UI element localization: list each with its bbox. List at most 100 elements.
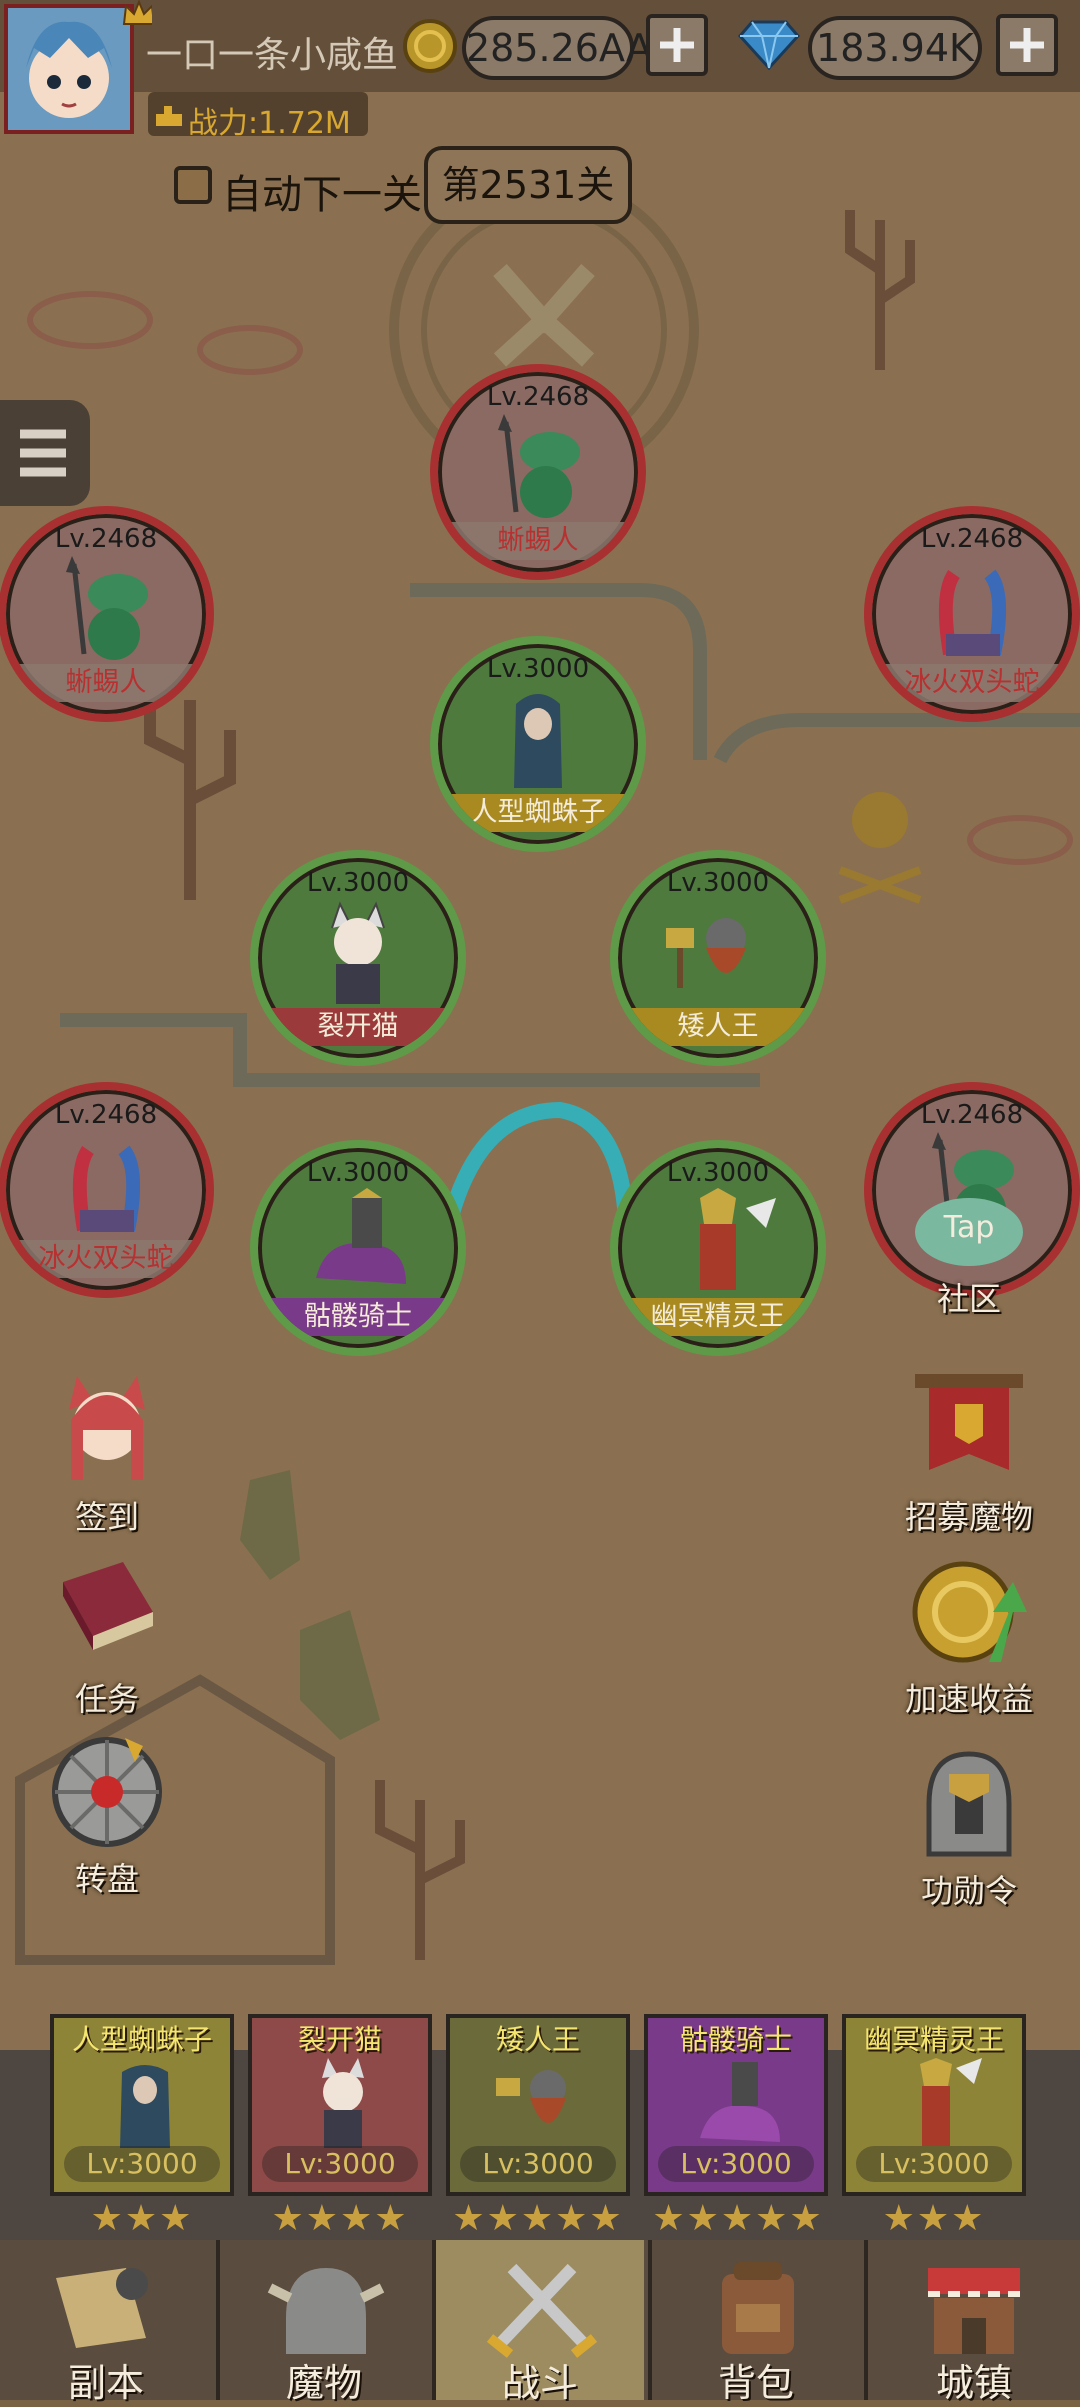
team-card-level: Lv:3000 <box>64 2146 220 2182</box>
node-name: 幽冥精灵王 <box>618 1298 818 1336</box>
recruit-label: 招募魔物 <box>904 1498 1033 1536</box>
twin-head-snake-icon <box>72 1145 141 1232</box>
team-card-skeleton-knight[interactable]: 骷髅骑士 Lv:3000 <box>644 2014 828 2196</box>
node-name: 冰火双头蛇 <box>872 664 1072 702</box>
node-level: Lv.2468 <box>920 1100 1024 1130</box>
node-level: Lv.2468 <box>54 1100 158 1130</box>
recruit-banner-icon <box>915 1374 1023 1470</box>
node-name: 蜥蜴人 <box>6 664 206 702</box>
add-gold-button[interactable] <box>646 14 708 76</box>
map-scroll-icon <box>56 2268 148 2348</box>
node-name: 矮人王 <box>618 1008 818 1046</box>
team-card-nether-elf-king[interactable]: 幽冥精灵王 Lv:3000 <box>842 2014 1026 2196</box>
node-name: 骷髅骑士 <box>258 1298 458 1336</box>
enemy-node-lizardman-top[interactable]: Lv.2468 蜥蜴人 <box>430 364 646 580</box>
cat-girl-icon <box>322 2058 364 2148</box>
quest-label: 任务 <box>74 1680 139 1718</box>
node-level: Lv.3000 <box>486 654 590 684</box>
team-card-level: Lv:3000 <box>460 2146 616 2182</box>
checkin-button[interactable]: 签到 <box>22 1370 192 1538</box>
auto-next-label: 自动下一关 <box>222 172 422 218</box>
community-label: 社区 <box>936 1280 1001 1318</box>
side-menu-button[interactable] <box>0 400 90 506</box>
checkin-girl-icon <box>69 1376 145 1480</box>
enemy-node-lizardman-left[interactable]: Lv.2468 蜥蜴人 <box>0 506 214 722</box>
cleared-node-nether-elf-king[interactable]: Lv.3000 幽冥精灵王 <box>610 1140 826 1356</box>
node-level: Lv.2468 <box>54 524 158 554</box>
lizardman-icon <box>498 414 580 518</box>
cleared-node-dwarf-king[interactable]: Lv.3000 矮人王 <box>610 850 826 1066</box>
team-card-name: 裂开猫 <box>297 2023 382 2056</box>
tab-bag[interactable]: 背包 <box>648 2240 860 2405</box>
node-level: Lv.3000 <box>306 1158 410 1188</box>
tab-battle[interactable]: 战斗 <box>432 2240 644 2405</box>
prize-wheel-icon <box>52 1737 162 1847</box>
quest-button[interactable]: 任务 <box>22 1552 192 1720</box>
add-gems-button[interactable] <box>996 14 1058 76</box>
speedup-button[interactable]: 加速收益 <box>884 1552 1054 1720</box>
stage-number[interactable]: 第2531关 <box>424 146 632 224</box>
team-card-level: Lv:3000 <box>856 2146 1012 2182</box>
power-badge: 战力:1.72M <box>148 92 368 141</box>
backpack-icon <box>722 2262 794 2354</box>
team-card-name: 人型蜘蛛子 <box>71 2023 212 2056</box>
node-level: Lv.2468 <box>486 382 590 412</box>
skeleton-knight-icon <box>700 2062 780 2142</box>
gem-icon <box>738 20 800 70</box>
tab-monsters[interactable]: 魔物 <box>216 2240 428 2405</box>
node-level: Lv.3000 <box>306 868 410 898</box>
recruit-button[interactable]: 招募魔物 <box>884 1370 1054 1538</box>
auto-next-checkbox[interactable] <box>174 166 212 204</box>
enemy-node-hydra-right[interactable]: Lv.2468 冰火双头蛇 <box>864 506 1080 722</box>
gem-amount: 183.94K <box>808 16 982 80</box>
dwarf-king-icon <box>666 918 746 988</box>
team-card-stars: ★★★★★ <box>452 2198 624 2239</box>
checkin-label: 签到 <box>74 1498 139 1536</box>
community-button[interactable]: Tap 社区 <box>884 1192 1054 1320</box>
player-avatar[interactable] <box>4 4 134 134</box>
tab-label: 背包 <box>717 2361 794 2405</box>
cleared-node-spider-girl[interactable]: Lv.3000 人型蜘蛛子 <box>430 636 646 852</box>
shop-building-icon <box>928 2268 1020 2354</box>
cleared-node-skeleton-knight[interactable]: Lv.3000 骷髅骑士 <box>250 1140 466 1356</box>
cat-girl-icon <box>331 901 385 1004</box>
team-card-name: 幽冥精灵王 <box>863 2023 1004 2056</box>
enemy-node-hydra-left[interactable]: Lv.2468 冰火双头蛇 <box>0 1082 214 1298</box>
team-card-spider-girl[interactable]: 人型蜘蛛子 Lv:3000 <box>50 2014 234 2196</box>
wheel-label: 转盘 <box>74 1860 139 1898</box>
wheel-button[interactable]: 转盘 <box>22 1732 192 1900</box>
lizardman-icon <box>66 556 148 660</box>
tab-label: 副本 <box>67 2361 144 2405</box>
team-card-stars: ★★★★ <box>271 2198 409 2239</box>
speedup-coin-icon <box>912 1561 1027 1663</box>
avatar-portrait-icon <box>8 8 130 130</box>
hamburger-menu-icon <box>20 429 66 477</box>
team-card-split-cat[interactable]: 裂开猫 Lv:3000 <box>248 2014 432 2196</box>
team-card-dwarf-king[interactable]: 矮人王 Lv:3000 <box>446 2014 630 2196</box>
gold-amount: 285.26AA <box>462 16 652 80</box>
elf-king-icon <box>700 1188 776 1290</box>
power-icon <box>156 106 182 126</box>
monster-helmet-icon <box>267 2268 385 2354</box>
team-card-stars: ★★★ <box>882 2198 986 2239</box>
merit-button[interactable]: 功勋令 <box>884 1744 1054 1912</box>
tab-label: 魔物 <box>285 2361 362 2405</box>
node-level: Lv.3000 <box>666 868 770 898</box>
twin-head-snake-icon <box>938 569 1007 656</box>
elf-king-icon <box>920 2058 982 2146</box>
node-name: 人型蜘蛛子 <box>438 794 638 832</box>
node-level: Lv.3000 <box>666 1158 770 1188</box>
team-card-name: 矮人王 <box>495 2023 580 2056</box>
node-name: 冰火双头蛇 <box>6 1240 206 1278</box>
team-card-level: Lv:3000 <box>262 2146 418 2182</box>
node-name: 裂开猫 <box>258 1008 458 1046</box>
spider-girl-icon <box>120 2065 170 2148</box>
team-card-name: 骷髅骑士 <box>679 2023 792 2056</box>
plus-icon <box>660 28 694 62</box>
tab-town[interactable]: 城镇 <box>864 2240 1080 2405</box>
cleared-node-split-cat[interactable]: Lv.3000 裂开猫 <box>250 850 466 1066</box>
player-name: 一口一条小咸鱼 <box>146 35 399 76</box>
tab-dungeon[interactable]: 副本 <box>0 2240 212 2405</box>
quest-book-icon <box>63 1562 153 1650</box>
team-card-level: Lv:3000 <box>658 2146 814 2182</box>
